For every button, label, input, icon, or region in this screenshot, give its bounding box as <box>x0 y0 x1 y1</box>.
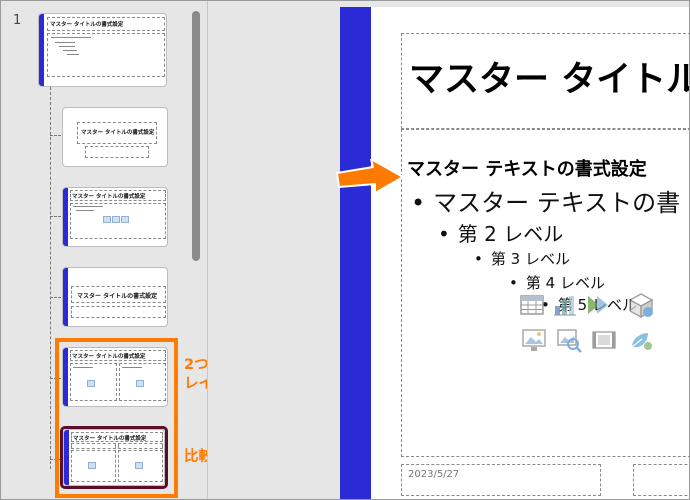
layout-thumbnail-section-header[interactable]: マスター タイトルの書式設定 <box>62 267 168 327</box>
layout-tree-line <box>50 87 51 469</box>
scrollbar-thumb[interactable] <box>192 11 200 261</box>
text-line <box>67 54 79 55</box>
thumbnail-title: マスター タイトルの書式設定 <box>81 130 155 136</box>
layout-thumbnail-title-slide[interactable]: マスター タイトルの書式設定 <box>62 107 168 167</box>
chart-icon[interactable] <box>552 292 578 318</box>
text-level-1-label: マスター テキストの書 <box>433 189 681 217</box>
text-line <box>73 206 103 207</box>
text-level-4: • 第 4 レベル <box>509 274 605 292</box>
subtitle-placeholder <box>85 146 149 158</box>
date-text: 2023/5/27 <box>408 469 460 480</box>
table-icon <box>103 216 111 223</box>
smartart-icon <box>121 216 129 223</box>
text-level-3: • 第 3 レベル <box>474 250 570 268</box>
layout-tree-branch <box>50 216 61 217</box>
layout-thumbnail-title-and-content[interactable]: マスター タイトルの書式設定 <box>62 187 168 247</box>
thumbnail-title: マスター タイトルの書式設定 <box>72 194 146 200</box>
accent-bar <box>63 268 68 326</box>
text-level-1: • マスター テキストの書 <box>411 189 681 217</box>
text-level-2: • 第 2 レベル <box>438 222 564 246</box>
text-line <box>59 46 75 47</box>
text-level-2-label: 第 2 レベル <box>457 222 564 246</box>
slide-subtitle: マスター テキストの書式設定 <box>407 159 647 180</box>
layout-tree-branch <box>50 297 61 298</box>
text-line <box>51 37 91 38</box>
text-placeholder <box>71 306 166 318</box>
accent-bar <box>39 14 44 86</box>
accent-bar <box>63 188 68 246</box>
text-line <box>76 210 94 211</box>
table-icon[interactable] <box>519 292 545 318</box>
pointer-arrow-icon <box>336 159 404 193</box>
thumbnail-pane: 1 マスター タイトルの書式設定 マスター タイトルの書式設定 マスター タイト… <box>1 1 296 499</box>
3d-model-icon[interactable] <box>628 292 654 318</box>
layout-tree-branch <box>50 135 61 136</box>
thumbnail-title: マスター タイトルの書式設定 <box>50 22 124 28</box>
slide-number: 1 <box>13 13 22 28</box>
text-line <box>63 50 77 51</box>
body-placeholder <box>47 33 165 77</box>
slide-title: マスター タイトルの <box>409 60 689 100</box>
text-level-3-label: 第 3 レベル <box>490 250 570 268</box>
text-level-4-label: 第 4 レベル <box>525 274 605 292</box>
accent-bar <box>340 7 371 499</box>
footer-placeholder[interactable] <box>633 464 689 496</box>
thumbnail-title: マスター タイトルの書式設定 <box>77 293 158 300</box>
icons-icon[interactable] <box>628 327 654 353</box>
slide-master-thumbnail[interactable]: マスター タイトルの書式設定 <box>38 13 167 87</box>
powerpoint-slide-master-view: 1 マスター タイトルの書式設定 マスター タイトルの書式設定 マスター タイト… <box>0 0 690 500</box>
online-picture-icon[interactable] <box>556 327 582 353</box>
video-icon[interactable] <box>591 327 617 353</box>
picture-icon[interactable] <box>521 327 547 353</box>
text-line <box>55 42 75 43</box>
selected-layout-border <box>60 426 168 489</box>
smartart-icon[interactable] <box>585 292 611 318</box>
chart-icon <box>112 216 120 223</box>
